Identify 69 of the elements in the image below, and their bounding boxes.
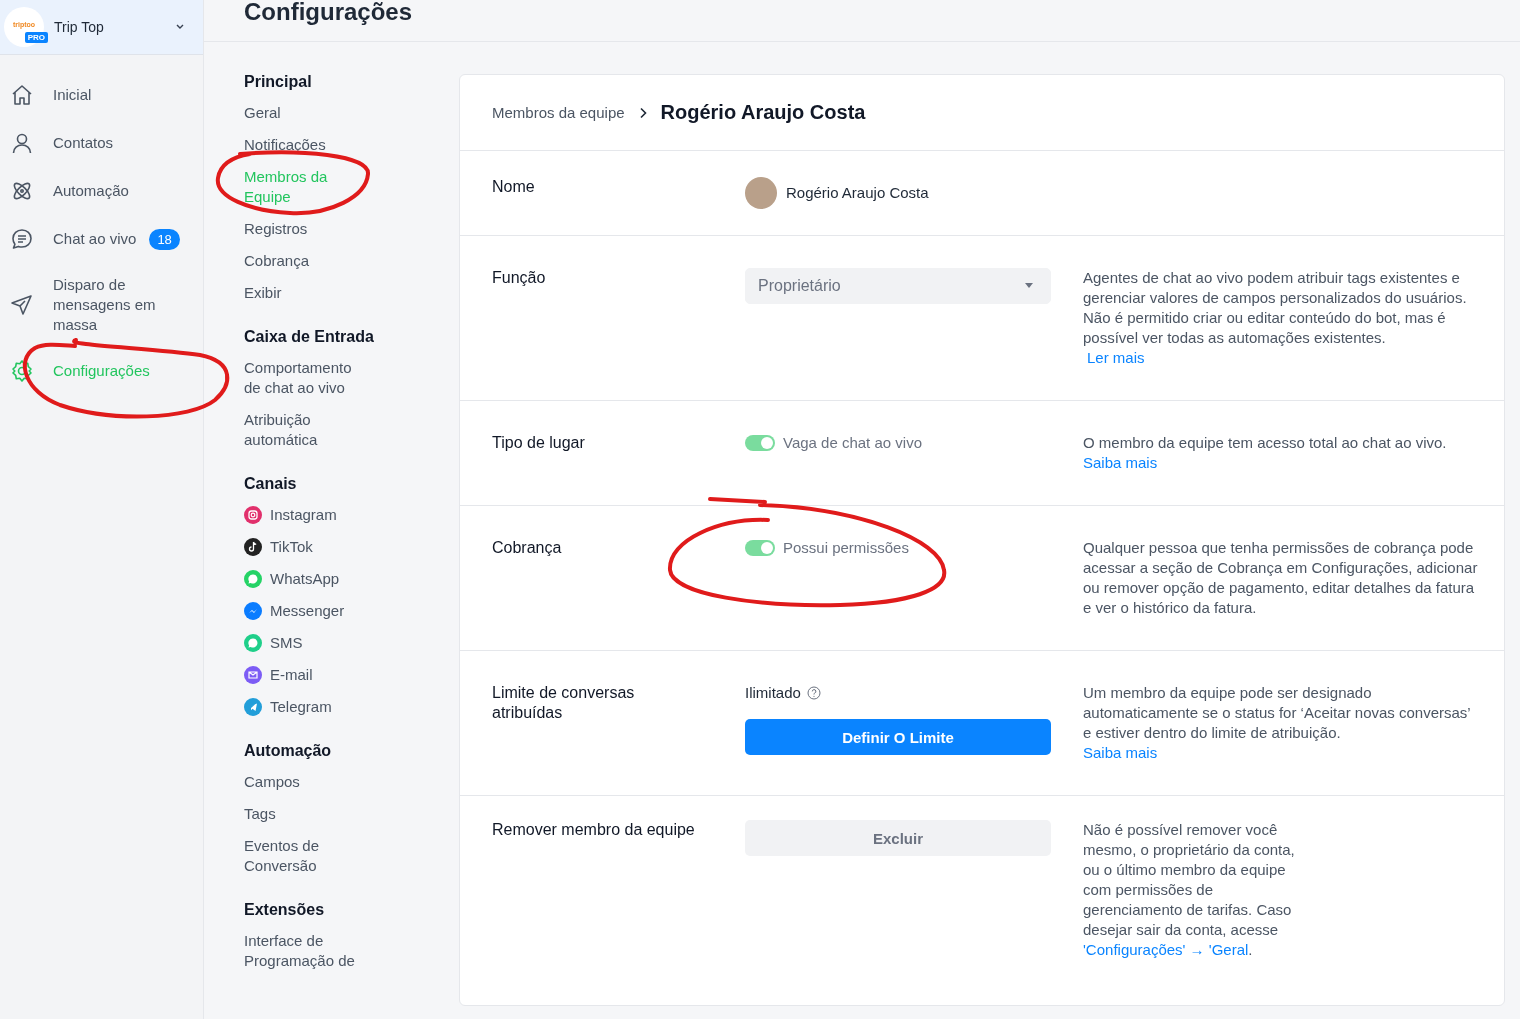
- section-heading: Principal: [244, 72, 313, 92]
- field-label: Remover membro da equipe: [492, 820, 696, 840]
- count-badge: 18: [149, 228, 180, 250]
- nav-item[interactable]: Disparo de mensagens em massa: [0, 263, 203, 347]
- help-icon: [806, 686, 821, 700]
- nav-item[interactable]: Automação: [0, 167, 203, 215]
- channel-icon: [244, 506, 262, 524]
- settings-nav-item[interactable]: Comportamento de chat ao vivo: [244, 358, 372, 398]
- chevron-right-icon: [638, 106, 647, 119]
- nav-item[interactable]: Inicial: [0, 71, 203, 119]
- toggle-label: Vaga de chat ao vivo: [783, 433, 922, 453]
- set-limit-button[interactable]: Definir O Limite: [745, 719, 1051, 755]
- envelope-icon: [244, 666, 262, 684]
- settings-nav-item[interactable]: E-mail: [244, 665, 372, 685]
- avatar-placeholder: [745, 177, 777, 209]
- settings-nav-item[interactable]: WhatsApp: [244, 569, 372, 589]
- page-title: Configurações: [244, 0, 414, 24]
- settings-nav-item[interactable]: Interface de Programação de: [244, 931, 372, 971]
- breadcrumb-link[interactable]: Membros da equipe: [492, 104, 625, 121]
- settings-nav-item[interactable]: TikTok: [244, 537, 372, 557]
- field-label: Limite de conversas atribuídas: [492, 683, 636, 723]
- settings-nav-item[interactable]: Instagram: [244, 505, 372, 525]
- user-icon: [10, 131, 34, 155]
- learn-more-link[interactable]: Saiba mais: [1083, 744, 1158, 761]
- settings-nav-item[interactable]: Registros: [244, 219, 372, 239]
- plan-badge: PRO: [24, 32, 48, 43]
- workspace-name: Trip Top: [54, 19, 105, 35]
- settings-icon: [10, 359, 34, 383]
- caret-icon: [1024, 283, 1034, 289]
- settings-nav-item[interactable]: Atribuição automática: [244, 410, 372, 450]
- settings-nav-item[interactable]: Eventos de Conversão: [244, 836, 372, 876]
- section-heading: Automação: [244, 741, 333, 761]
- description-text: Agentes de chat ao vivo podem atribuir tags existentes e gerenciar valores de campos personalizados do usuários. Não é permitido criar ou editar conteúdo do bot, mas é possível ver todas as automações existentes.: [1083, 269, 1467, 346]
- section-heading: Extensões: [244, 900, 326, 920]
- send-icon: [10, 293, 34, 317]
- settings-nav-item[interactable]: Telegram: [244, 697, 372, 717]
- description-text: Um membro da equipe pode ser designado automaticamente se o status for ‘Aceitar novas conversas’ e estiver dentro do limite de atribuição.: [1083, 684, 1471, 741]
- section-heading: Caixa de Entrada: [244, 327, 375, 347]
- channel-icon: [244, 538, 262, 556]
- nav-item[interactable]: Contatos: [0, 119, 203, 167]
- limit-value: Ilimitado: [745, 683, 801, 703]
- field-label: Nome: [492, 177, 536, 197]
- member-name: Rogério Araujo Costa: [786, 183, 929, 203]
- description-text: O membro da equipe tem acesso total ao chat ao vivo.: [1083, 434, 1447, 451]
- chat-icon: [10, 227, 34, 251]
- home-icon: [10, 83, 34, 107]
- settings-nav-item[interactable]: Campos: [244, 772, 372, 792]
- description-text: Não é possível remover você mesmo, o proprietário da conta, ou o último membro da equipe com permissões de gerenciamento de tarifas. Caso desejar sair da conta, acesse: [1083, 821, 1295, 938]
- channel-icon: [244, 634, 262, 652]
- settings-nav-item[interactable]: SMS: [244, 633, 372, 653]
- toggle-label: Possui permissões: [783, 538, 909, 558]
- settings-nav-item[interactable]: Cobrança: [244, 251, 372, 271]
- settings-nav-item[interactable]: Notificações: [244, 135, 372, 155]
- settings-nav-item[interactable]: Exibir: [244, 283, 372, 303]
- nav-item[interactable]: Chat ao vivo 18: [0, 215, 203, 263]
- member-name-heading: Rogério Araujo Costa: [660, 101, 866, 124]
- settings-nav-item[interactable]: Geral: [244, 103, 372, 123]
- description-text: Qualquer pessoa que tenha permissões de cobrança pode acessar a seção de Cobrança em Configurações, adicionar ou remover opção de pagamento, editar detalhes da fatura e ver o histórico da fatura.: [1083, 539, 1478, 616]
- field-label: Cobrança: [492, 538, 563, 558]
- chevron-down-icon: [175, 23, 185, 31]
- settings-nav-item[interactable]: Tags: [244, 804, 372, 824]
- channel-icon: [244, 570, 262, 588]
- section-heading: Canais: [244, 474, 298, 494]
- paper-plane-icon: [244, 698, 262, 716]
- field-label: Função: [492, 268, 547, 288]
- field-label: Tipo de lugar: [492, 433, 586, 453]
- settings-nav-item[interactable]: Messenger: [244, 601, 372, 621]
- period-text: .: [1248, 941, 1253, 958]
- channel-icon: [244, 602, 262, 620]
